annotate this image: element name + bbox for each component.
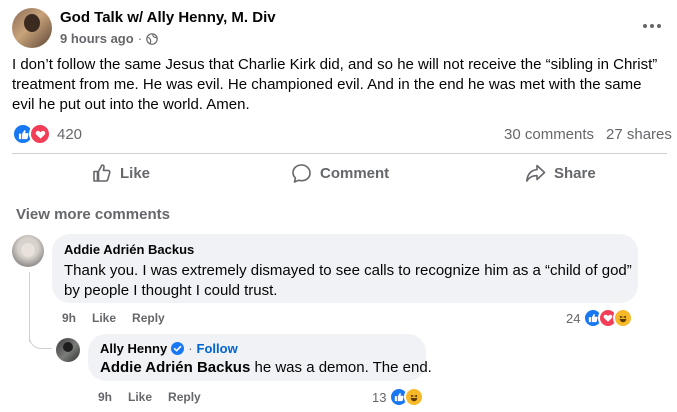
post-author[interactable]: God Talk w/ Ally Henny, M. Div (60, 9, 276, 26)
thumbs-up-icon (93, 164, 111, 182)
reply-avatar[interactable] (56, 338, 80, 362)
haha-reaction-icon (613, 308, 634, 328)
follow-button[interactable]: Follow (197, 341, 238, 356)
reply-reactions[interactable]: 13 (372, 387, 425, 407)
reaction-summary[interactable]: 420 (12, 123, 82, 145)
comment-reply-button[interactable]: Reply (132, 311, 165, 325)
reply-header: Ally Henny · Follow (100, 341, 238, 356)
comment-button[interactable]: Comment (291, 163, 389, 184)
page-avatar[interactable] (12, 8, 52, 48)
comment-text: Thank you. I was extremely dismayed to s… (64, 262, 632, 299)
action-divider (12, 153, 667, 154)
reply-author[interactable]: Ally Henny (100, 341, 167, 356)
haha-reaction-icon (404, 387, 425, 407)
commenter-avatar[interactable] (12, 235, 44, 267)
reply-reaction-count: 13 (372, 389, 387, 405)
reply-bubble: Ally Henny · Follow Addie Adrién Backus … (88, 334, 432, 381)
like-button-label: Like (120, 164, 151, 182)
comment-button-label: Comment (320, 165, 390, 182)
post-meta: 9 hours ago · (60, 31, 158, 46)
comments-count[interactable]: 30 comments (504, 126, 594, 143)
follow-separator: · (188, 341, 193, 356)
love-reaction-icon (29, 123, 51, 145)
comment-reactions[interactable]: 24 (566, 308, 634, 328)
reply-actions: 9h Like Reply (98, 390, 201, 404)
reply-mention[interactable]: Addie Adrién Backus (100, 359, 250, 376)
meta-separator: · (137, 31, 143, 46)
verified-badge-icon (171, 342, 185, 355)
post-time[interactable]: 9 hours ago (60, 31, 134, 46)
reply-text-body: he was a demon. The end. (250, 359, 432, 376)
reply-time[interactable]: 9h (98, 390, 112, 404)
comment-reaction-count: 24 (566, 310, 581, 326)
reaction-count[interactable]: 420 (57, 126, 82, 143)
comment-bubble-icon (292, 164, 311, 183)
comment-like-button[interactable]: Like (92, 311, 116, 325)
comment-actions: 9h Like Reply (62, 311, 165, 325)
thread-line-curve (29, 326, 52, 349)
share-arrow-icon (526, 164, 546, 182)
comment-time[interactable]: 9h (62, 311, 76, 325)
globe-icon (146, 32, 158, 45)
post-body: I don’t follow the same Jesus that Charl… (12, 56, 658, 113)
reply-text: Addie Adrién Backus he was a demon. The … (100, 359, 432, 376)
shares-count[interactable]: 27 shares (606, 126, 672, 143)
comment-author[interactable]: Addie Adrién Backus (64, 242, 194, 257)
reply-reply-button[interactable]: Reply (168, 390, 201, 404)
like-button[interactable]: Like (92, 163, 150, 183)
more-options-icon[interactable] (640, 14, 664, 38)
share-button-label: Share (554, 164, 596, 182)
share-button[interactable]: Share (525, 163, 596, 183)
view-more-comments[interactable]: View more comments (16, 206, 170, 223)
comment-bubble: Addie Adrién Backus Thank you. I was ext… (52, 234, 638, 303)
reply-like-button[interactable]: Like (128, 390, 152, 404)
